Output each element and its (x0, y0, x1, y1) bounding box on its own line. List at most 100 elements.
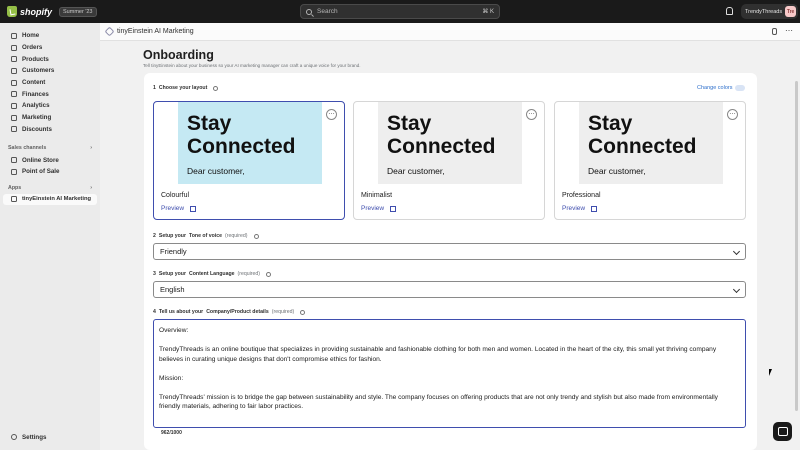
info-icon[interactable] (253, 233, 259, 239)
customers-icon (11, 67, 17, 74)
sidebar-item-discounts[interactable]: Discounts (3, 124, 97, 136)
brand-name: shopify (20, 6, 53, 17)
step-3-label: 3 Setup your Content Language (required) (153, 271, 272, 277)
info-icon[interactable] (300, 309, 306, 315)
step-number: 4 (153, 309, 156, 315)
pin-icon[interactable] (772, 28, 777, 35)
more-options-icon[interactable]: … (326, 109, 337, 120)
apps-header[interactable]: Apps › (0, 182, 100, 194)
sidebar-item-label: Home (22, 32, 40, 40)
sidebar-item-analytics[interactable]: Analytics (3, 100, 97, 112)
search-shortcut: ⌘ K (482, 9, 494, 15)
page-title: Onboarding (143, 48, 214, 62)
shopify-logo[interactable]: shopify Summer '23 (7, 6, 97, 17)
bell-icon[interactable] (726, 7, 733, 15)
sidebar-item-marketing[interactable]: Marketing (3, 112, 97, 124)
step-number: 2 (153, 233, 156, 239)
sidebar-item-label: Customers (22, 67, 55, 75)
sidebar-item-label: Discounts (22, 125, 52, 133)
sidebar-item-finances[interactable]: Finances (3, 88, 97, 100)
step-4-label: 4 Tell us about your Company/Product det… (153, 309, 306, 315)
sidebar-item-label: tinyEinstein AI Marketing (22, 196, 92, 203)
step-2-title: Tone of voice (188, 233, 223, 239)
home-icon (11, 32, 17, 39)
step-2-label: 2 Setup your Tone of voice (required) (153, 233, 259, 239)
apps-label: Apps (8, 184, 22, 191)
step-number: 1 (153, 85, 156, 91)
template-greeting: Dear customer, (187, 166, 245, 176)
sidebar: Home Orders Products Customers Content F… (0, 23, 100, 450)
sidebar-item-point-of-sale[interactable]: Point of Sale (3, 166, 97, 178)
search-input[interactable]: Search ⌘ K (300, 4, 500, 19)
template-card-colourful[interactable]: Stay Connected Dear customer, … Colourfu… (153, 101, 345, 220)
more-options-icon[interactable]: ⋯ (785, 27, 793, 35)
step-4-title: Company/Product details (206, 309, 269, 315)
sidebar-item-customers[interactable]: Customers (3, 65, 97, 77)
step-number: 3 (153, 271, 156, 277)
tone-value: Friendly (160, 247, 187, 256)
onboarding-card: 1 Choose your layout Change colors Stay … (144, 73, 757, 450)
template-preview: Stay Connected Dear customer, (579, 102, 723, 184)
preview-label: Preview (562, 205, 586, 212)
chevron-right-icon: › (90, 145, 92, 152)
step-prefix: Setup your (158, 271, 186, 277)
tone-of-voice-select[interactable]: Friendly (153, 243, 746, 260)
language-value: English (160, 285, 185, 294)
avatar: Tre (785, 6, 797, 17)
sales-channels-header[interactable]: Sales channels › (0, 142, 100, 154)
finances-icon (11, 91, 17, 98)
sidebar-item-label: Marketing (22, 114, 52, 122)
toggle-switch[interactable] (735, 85, 746, 91)
change-colors-toggle[interactable]: Change colors (697, 85, 746, 91)
scrollbar[interactable] (795, 81, 798, 411)
app-header: tinyEinstein AI Marketing ⋯ (100, 23, 800, 41)
shopify-bag-icon (7, 6, 17, 17)
template-headline: Connected (588, 135, 697, 158)
more-options-icon[interactable]: … (526, 109, 537, 120)
step-1-label: 1 Choose your layout (153, 85, 219, 91)
template-name: Colourful (161, 192, 190, 199)
template-headline: Stay (187, 112, 232, 135)
search-icon (306, 8, 312, 15)
template-card-professional[interactable]: Stay Connected Dear customer, … Professi… (554, 101, 746, 220)
textarea-paragraph: TrendyThreads' mission is to bridge the … (159, 393, 718, 411)
sidebar-item-tinyeinstein[interactable]: tinyEinstein AI Marketing (3, 193, 97, 206)
change-colors-label: Change colors (697, 85, 733, 91)
sidebar-item-label: Analytics (22, 102, 50, 110)
template-headline: Stay (588, 112, 633, 135)
character-counter: 962/1000 (161, 430, 182, 436)
external-link-icon (390, 205, 397, 212)
sidebar-item-orders[interactable]: Orders (3, 42, 97, 54)
sidebar-item-label: Point of Sale (22, 168, 60, 176)
point-of-sale-icon (11, 168, 17, 175)
store-name: TrendyThreads (745, 8, 783, 15)
content-language-select[interactable]: English (153, 281, 746, 298)
preview-link[interactable]: Preview (361, 205, 397, 212)
chat-icon[interactable] (773, 422, 792, 441)
sidebar-item-content[interactable]: Content (3, 77, 97, 89)
template-preview: Stay Connected Dear customer, (378, 102, 522, 184)
template-headline: Connected (187, 135, 296, 158)
step-prefix: Tell us about your (158, 309, 204, 315)
company-details-textarea[interactable]: Overview: TrendyThreads is an online bou… (153, 319, 746, 428)
online-store-icon (11, 157, 17, 164)
sidebar-item-products[interactable]: Products (3, 53, 97, 65)
content-icon (11, 79, 17, 86)
tinyeinstein-app-icon (11, 196, 17, 203)
preview-link[interactable]: Preview (562, 205, 598, 212)
store-menu-button[interactable]: TrendyThreads Tre (741, 4, 799, 19)
preview-link[interactable]: Preview (161, 205, 197, 212)
info-icon[interactable] (213, 85, 219, 91)
template-card-minimalist[interactable]: Stay Connected Dear customer, … Minimali… (353, 101, 545, 220)
page-subtitle: Tell tinyEinstein about your business so… (143, 63, 361, 68)
info-icon[interactable] (266, 271, 272, 277)
marketing-icon (11, 114, 17, 121)
sidebar-item-label: Online Store (22, 156, 59, 164)
sidebar-item-label: Settings (22, 433, 47, 441)
chevron-down-icon (732, 247, 741, 256)
sidebar-item-online-store[interactable]: Online Store (3, 154, 97, 166)
sidebar-item-label: Finances (22, 90, 49, 98)
more-options-icon[interactable]: … (727, 109, 738, 120)
sidebar-item-settings[interactable]: Settings (3, 431, 97, 443)
sidebar-item-home[interactable]: Home (3, 30, 97, 42)
